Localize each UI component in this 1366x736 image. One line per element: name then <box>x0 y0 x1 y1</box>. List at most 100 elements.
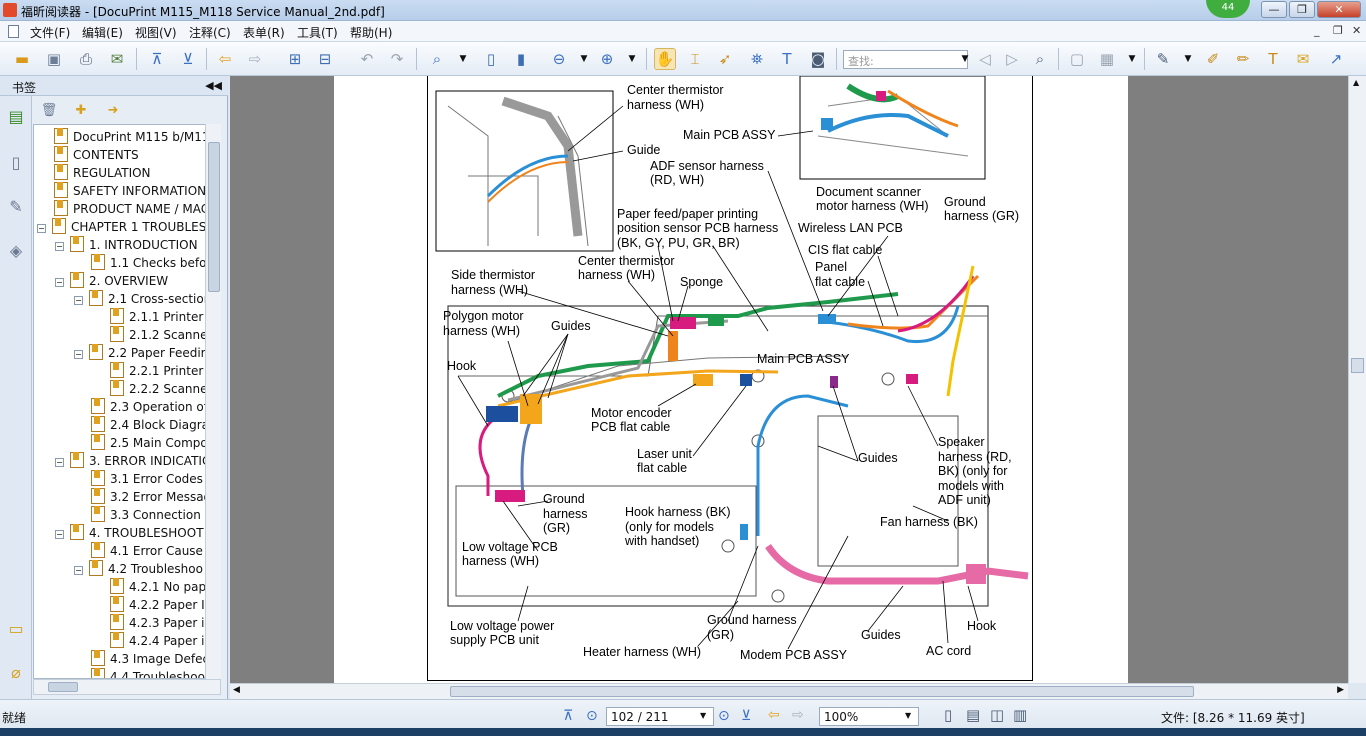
bookmark-item[interactable]: 4.1 Error Cause a <box>74 542 214 560</box>
grid-dropdown-icon[interactable]: ▼ <box>1121 48 1143 70</box>
pencil-icon[interactable]: ✏ <box>1232 48 1254 70</box>
fit-page-icon[interactable]: ⊞ <box>284 48 306 70</box>
notification-badge[interactable]: 44 <box>1206 0 1250 18</box>
fit-width-icon[interactable]: ⊟ <box>314 48 336 70</box>
add-bookmark-icon[interactable]: ✚ <box>72 101 90 119</box>
continuous-page-icon[interactable]: ▤ <box>966 706 980 724</box>
layers-tab-icon[interactable]: ◈ <box>5 238 27 262</box>
document-vertical-scrollbar[interactable]: ▲ <box>1348 76 1366 683</box>
bookmark-item[interactable]: 3.3 Connection I <box>74 506 208 524</box>
doc-close-button[interactable]: ✕ <box>1352 24 1361 37</box>
highlight-icon[interactable]: ✐ <box>1202 48 1224 70</box>
expander-toggle-icon[interactable]: − <box>37 224 46 233</box>
bookmark-horizontal-scrollbar[interactable] <box>33 679 221 695</box>
back-arrow-icon[interactable]: ⇦ <box>214 48 236 70</box>
arrow-tool-icon[interactable]: ↗ <box>1325 48 1347 70</box>
text-tool-icon[interactable]: T <box>776 48 798 70</box>
find-previous-icon[interactable]: ◁ <box>974 48 996 70</box>
snapshot-icon[interactable]: ◙ <box>807 48 829 70</box>
maximize-button[interactable]: ❐ <box>1289 1 1315 18</box>
expander-toggle-icon[interactable]: − <box>55 278 64 287</box>
expander-toggle-icon[interactable]: − <box>74 296 83 305</box>
bookmark-item[interactable]: 2.3 Operation of <box>74 398 208 416</box>
delete-bookmark-icon[interactable]: 🗑 <box>40 101 58 119</box>
bookmark-item[interactable]: 3.2 Error Messag <box>74 488 211 506</box>
next-page-status-icon[interactable]: ⊙ <box>718 708 730 724</box>
bookmark-item[interactable]: − 2.1 Cross-section <box>74 290 211 308</box>
minimize-button[interactable]: — <box>1261 1 1287 18</box>
scrollbar-thumb[interactable] <box>450 686 1194 697</box>
page-number-input[interactable]: 102 / 211 <box>606 707 714 726</box>
undo-icon[interactable]: ↶ <box>356 48 378 70</box>
binoculars-icon[interactable]: ⛯ <box>746 48 768 70</box>
doc-minimize-button[interactable]: _ <box>1314 24 1320 37</box>
first-page-icon[interactable]: ⊼ <box>563 708 573 724</box>
bookmark-item[interactable]: CONTENTS <box>37 146 139 164</box>
bookmark-item[interactable]: − 4.2 Troubleshoo <box>74 560 203 578</box>
bookmarks-tab-icon[interactable]: ▤ <box>5 104 27 128</box>
actual-size-icon[interactable]: ▯ <box>480 48 502 70</box>
close-button[interactable]: ✕ <box>1317 1 1361 18</box>
forward-arrow-icon[interactable]: ⇨ <box>244 48 266 70</box>
add-child-bookmark-icon[interactable]: ➜ <box>104 101 122 119</box>
bookmark-item[interactable]: 2.5 Main Compor <box>74 434 213 452</box>
pages-tab-icon[interactable]: ▯ <box>5 150 27 174</box>
page-dropdown-icon[interactable]: ▼ <box>700 711 706 720</box>
select-cursor-icon[interactable]: ➶ <box>714 48 736 70</box>
open-folder-icon[interactable]: ▬ <box>11 48 33 70</box>
bookmark-item[interactable]: 2.2.1 Printer <box>93 362 203 380</box>
fit-visible-icon[interactable]: ▮ <box>510 48 532 70</box>
expander-toggle-icon[interactable]: − <box>55 242 64 251</box>
print-icon[interactable]: ⎙ <box>75 48 97 70</box>
typewriter-dropdown-icon[interactable]: ▼ <box>1177 48 1199 70</box>
bookmark-item[interactable]: 2.1.1 Printer <box>93 308 203 326</box>
collapse-panel-icon[interactable]: ◀◀ <box>205 79 222 92</box>
grid-view-icon[interactable]: ▦ <box>1096 48 1118 70</box>
comments-tab-icon[interactable]: ▭ <box>5 616 27 640</box>
zoom-dropdown-icon[interactable]: ▼ <box>452 48 474 70</box>
zoom-out-dropdown-icon[interactable]: ▼ <box>573 48 595 70</box>
menu-edit[interactable]: 编辑(E) <box>82 24 123 41</box>
bookmark-item[interactable]: 2.2.2 Scanne <box>93 380 208 398</box>
menu-form[interactable]: 表单(R) <box>243 24 285 41</box>
expander-toggle-icon[interactable]: − <box>74 350 83 359</box>
doc-restore-button[interactable]: ❐ <box>1333 24 1343 37</box>
page-view-icon[interactable]: ▢ <box>1066 48 1088 70</box>
zoom-icon[interactable]: ⌕ <box>426 48 448 70</box>
continuous-facing-icon[interactable]: ▥ <box>1013 706 1027 724</box>
search-icon[interactable]: ⌕ <box>1029 48 1051 70</box>
expander-toggle-icon[interactable]: − <box>55 530 64 539</box>
menu-tools[interactable]: 工具(T) <box>297 24 338 41</box>
bookmark-item[interactable]: − 4. TROUBLESHOOT <box>55 524 204 542</box>
document-viewport[interactable]: Center thermistor harness (WH) Guide Mai… <box>230 76 1348 683</box>
scrollbar-thumb[interactable] <box>208 142 220 292</box>
redo-icon[interactable]: ↷ <box>386 48 408 70</box>
bookmark-item[interactable]: PRODUCT NAME / MAC <box>37 200 209 218</box>
single-page-icon[interactable]: ▯ <box>944 706 952 724</box>
zoom-in-dropdown-icon[interactable]: ▼ <box>621 48 643 70</box>
scroll-left-icon[interactable]: ◀ <box>233 685 240 695</box>
last-page-icon[interactable]: ⊻ <box>741 708 751 724</box>
expander-toggle-icon[interactable]: − <box>55 458 64 467</box>
find-input[interactable]: 查找: <box>843 50 968 69</box>
zoom-in-icon[interactable]: ⊕ <box>596 48 618 70</box>
bookmark-item[interactable]: 4.3 Image Defec <box>74 650 209 668</box>
bookmark-scrollbar[interactable] <box>205 124 221 679</box>
menu-help[interactable]: 帮助(H) <box>350 24 392 41</box>
hand-tool-icon[interactable]: ✋ <box>654 48 676 70</box>
document-horizontal-scrollbar[interactable]: ◀ ▶ <box>230 683 1348 699</box>
bookmark-item[interactable]: 4.2.4 Paper i <box>93 632 204 650</box>
typewriter-icon[interactable]: ✎ <box>1152 48 1174 70</box>
zoom-out-icon[interactable]: ⊖ <box>548 48 570 70</box>
zoom-level-dropdown-icon[interactable]: ▼ <box>905 711 911 720</box>
annotations-tab-icon[interactable]: ✎ <box>5 194 27 218</box>
bookmark-item[interactable]: − 2.2 Paper Feedir <box>74 344 206 362</box>
zoom-level-input[interactable]: 100% <box>819 707 919 726</box>
bookmark-item[interactable]: 4.2.3 Paper i <box>93 614 204 632</box>
email-icon[interactable]: ✉ <box>106 48 128 70</box>
bookmark-item[interactable]: 4.2.2 Paper I <box>93 596 205 614</box>
scroll-up-icon[interactable]: ▲ <box>1353 78 1359 87</box>
bookmark-item[interactable]: 4.4 Troubleshoo <box>74 668 205 678</box>
back-view-icon[interactable]: ⇦ <box>768 707 780 723</box>
next-page-icon[interactable]: ⊻ <box>177 48 199 70</box>
